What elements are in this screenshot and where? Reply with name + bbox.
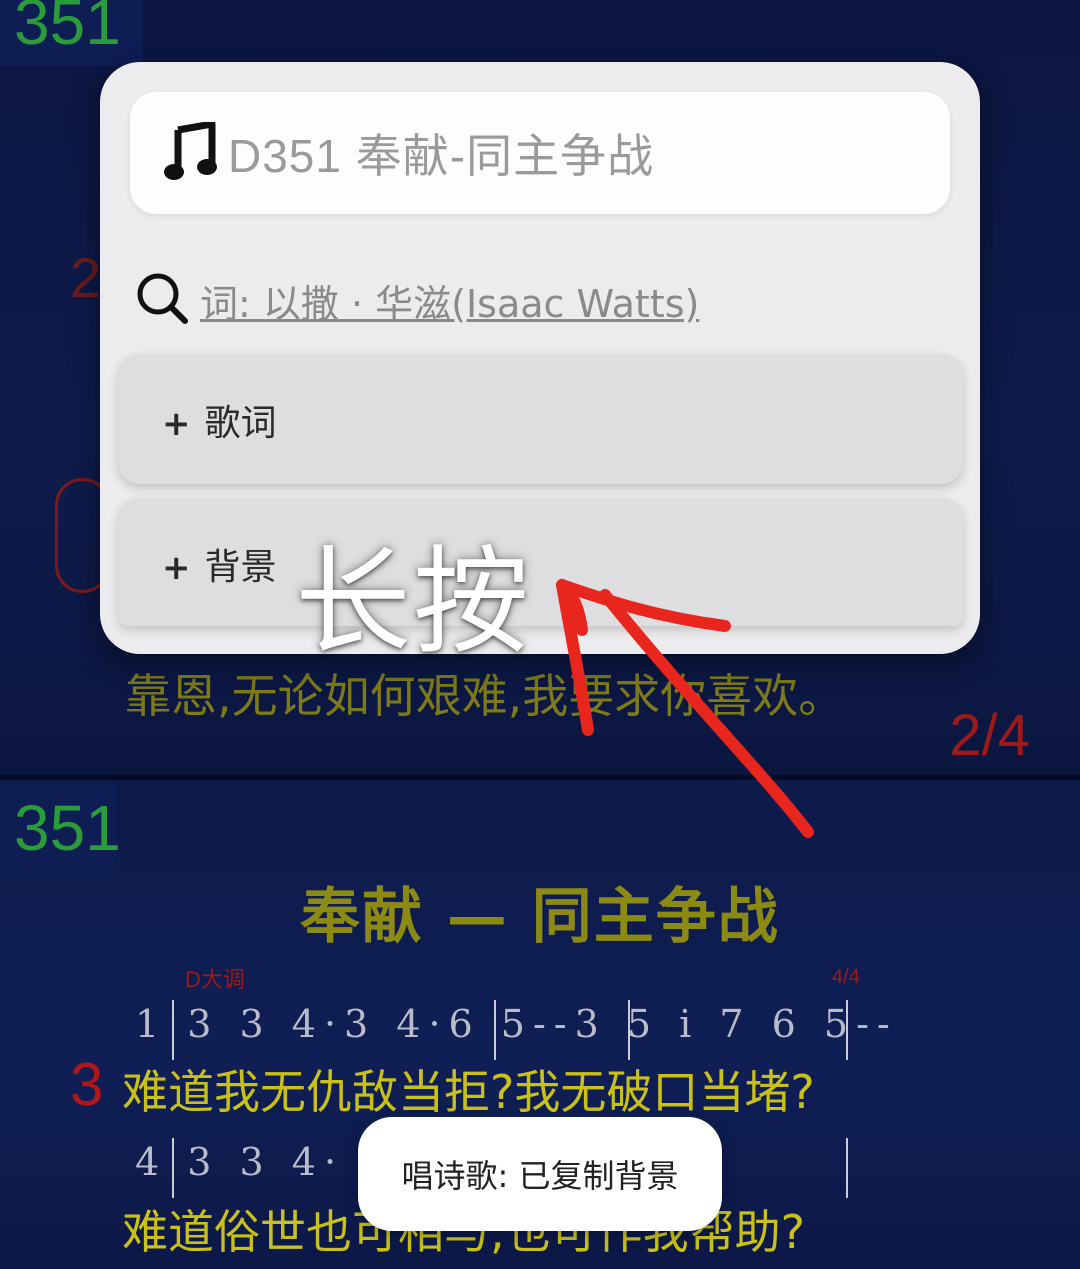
ghost-verse-number: 2: [70, 246, 102, 309]
song-title-text: D351 奉献-同主争战: [228, 130, 655, 182]
search-icon[interactable]: [134, 270, 190, 326]
toast-text: 唱诗歌: 已复制背景: [401, 1157, 679, 1195]
song-number-top: 351: [14, 0, 121, 58]
copied-toast: 唱诗歌: 已复制背景: [358, 1117, 722, 1231]
bar-line: [494, 1000, 496, 1060]
song-number-badge-bottom: 351: [0, 782, 121, 872]
add-background-label: + 背景: [162, 538, 277, 590]
author-row: 词: 以撒 · 华滋(Isaac Watts): [134, 267, 934, 327]
song-number-badge-top: 351: [0, 0, 143, 66]
bar-line: [846, 1138, 848, 1198]
author-link[interactable]: 词: 以撒 · 华滋(Isaac Watts): [200, 273, 699, 328]
music-note-icon: [164, 122, 217, 180]
lyrics-label: 歌词: [204, 403, 277, 444]
bar-line: [172, 1138, 174, 1198]
add-lyrics-label: + 歌词: [162, 394, 277, 446]
top-time-signature: 2/4: [949, 703, 1030, 768]
song-title: 奉献 — 同主争战: [300, 882, 780, 952]
time-signature: 4/4: [832, 966, 860, 988]
song-number-bottom: 351: [14, 792, 121, 864]
plus-icon: +: [162, 548, 191, 588]
bar-line: [846, 1000, 848, 1060]
long-press-annotation: 长按: [295, 535, 531, 670]
song-action-popup: D351 奉献-同主争战 词: 以撒 · 华滋(Isaac Watts) + 歌词…: [100, 62, 980, 654]
background-label: 背景: [204, 547, 277, 588]
bar-line: [628, 1000, 630, 1060]
key-label: D大调: [185, 967, 245, 992]
verse-number: 3: [70, 1051, 104, 1118]
lyric-line-1: 难道我无仇敌当拒?我无破口当堵?: [122, 1065, 815, 1119]
song-title-field[interactable]: D351 奉献-同主争战: [130, 92, 950, 214]
bar-line: [172, 1000, 174, 1060]
notation-line-1: 1 3 3 4·3 4·6 5--3 5 i 7 6 5--: [135, 1002, 898, 1046]
add-background-button[interactable]: + 背景: [118, 498, 963, 626]
add-lyrics-button[interactable]: + 歌词: [118, 354, 963, 484]
plus-icon: +: [162, 404, 191, 444]
